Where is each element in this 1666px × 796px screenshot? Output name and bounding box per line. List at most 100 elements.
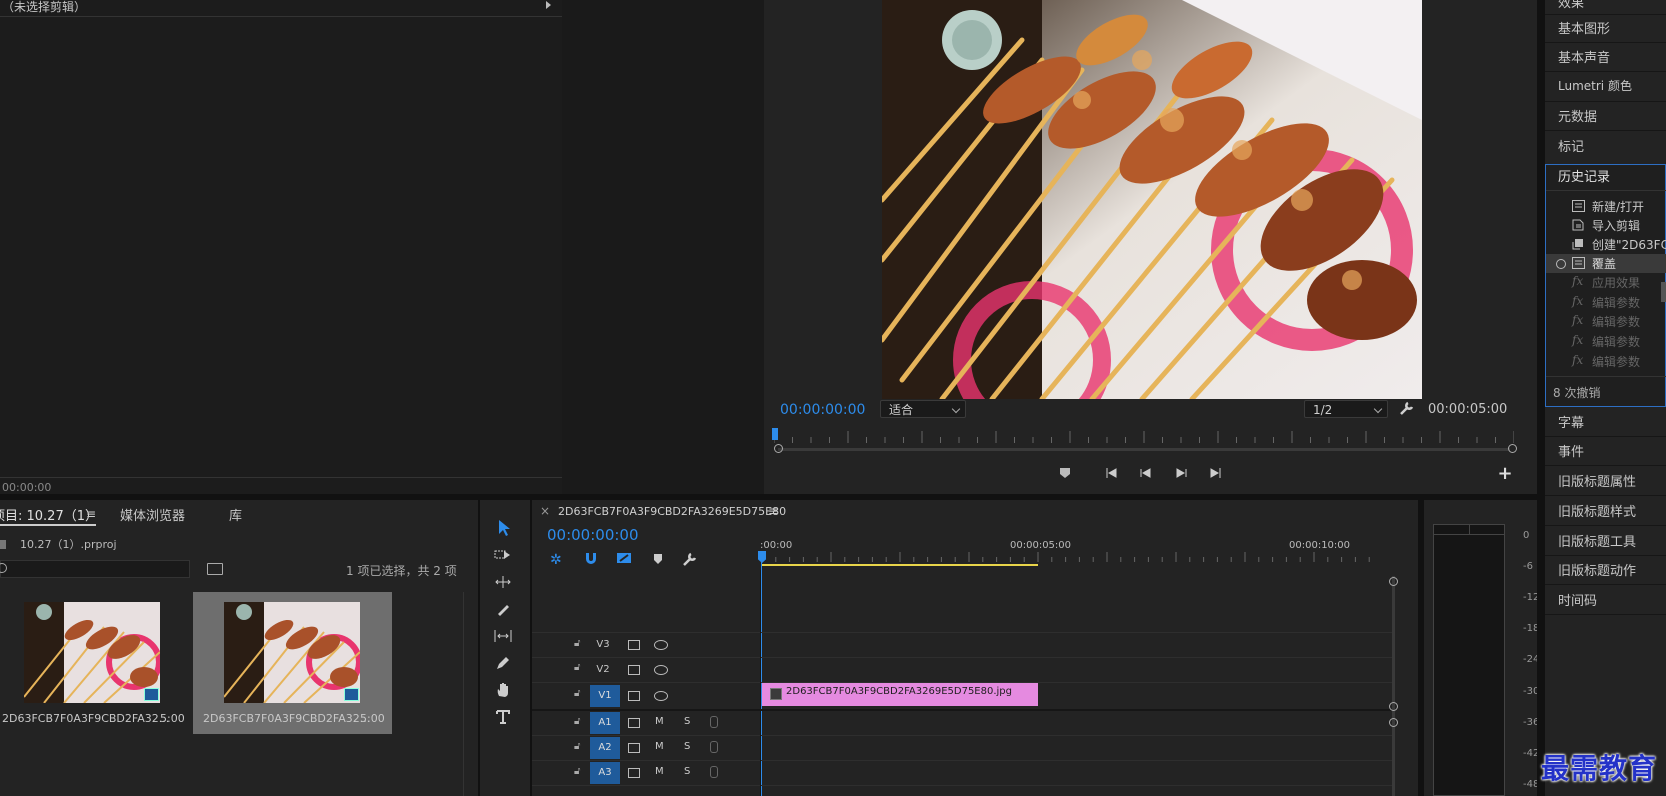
zoom-handle-left[interactable] bbox=[774, 444, 783, 453]
program-current-timecode[interactable]: 00:00:00:00 bbox=[780, 402, 865, 418]
history-row[interactable]: fx 应用效果 bbox=[1550, 273, 1666, 292]
step-forward-icon[interactable] bbox=[1170, 462, 1192, 484]
eye-icon[interactable] bbox=[654, 640, 668, 650]
panel-item-markers[interactable]: 标记 bbox=[1558, 136, 1584, 155]
history-row[interactable]: fx 编辑参数 bbox=[1550, 293, 1666, 312]
sync-lock-icon[interactable] bbox=[628, 691, 640, 701]
program-playhead-icon[interactable] bbox=[772, 428, 778, 440]
source-menu-arrow-icon[interactable] bbox=[546, 1, 551, 9]
panel-item-legacy-title-properties[interactable]: 旧版标题属性 bbox=[1558, 471, 1636, 490]
slip-tool-icon[interactable] bbox=[490, 625, 516, 647]
track-label-a1[interactable]: A1 bbox=[590, 712, 620, 734]
timeline-clip[interactable]: 2D63FCB7F0A3F9CBD2FA3269E5D75E80.jpg bbox=[762, 683, 1038, 706]
history-title[interactable]: 历史记录 bbox=[1558, 166, 1610, 185]
track-label-a3[interactable]: A3 bbox=[590, 762, 620, 784]
history-row[interactable]: 导入剪辑 bbox=[1550, 216, 1666, 235]
scroll-handle-top[interactable] bbox=[1389, 577, 1398, 586]
step-back-icon[interactable] bbox=[1135, 462, 1157, 484]
sync-lock-icon[interactable] bbox=[628, 718, 640, 728]
solo-button[interactable]: S bbox=[684, 716, 690, 727]
panel-item-metadata[interactable]: 元数据 bbox=[1558, 106, 1597, 125]
panel-item-effects[interactable]: 效果 bbox=[1558, 0, 1584, 11]
tab-project[interactable]: 项目: 10.27（1） bbox=[0, 505, 98, 524]
hand-tool-icon[interactable] bbox=[490, 679, 516, 701]
lock-icon[interactable]: 🔓︎ bbox=[574, 688, 580, 699]
go-to-in-icon[interactable] bbox=[1100, 462, 1122, 484]
track-label-a2[interactable]: A2 bbox=[590, 737, 620, 759]
lock-icon[interactable]: 🔓︎ bbox=[574, 638, 580, 649]
timeline-vertical-scrollbar[interactable] bbox=[1392, 576, 1395, 796]
lock-icon[interactable]: 🔓︎ bbox=[574, 662, 580, 673]
lock-icon[interactable]: 🔓︎ bbox=[574, 716, 580, 727]
history-row[interactable]: fx 编辑参数 bbox=[1550, 312, 1666, 331]
tab-media-browser[interactable]: 媒体浏览器 bbox=[120, 505, 185, 524]
panel-item-legacy-title-styles[interactable]: 旧版标题样式 bbox=[1558, 501, 1636, 520]
history-row[interactable]: fx 编辑参数 bbox=[1550, 332, 1666, 351]
project-search-input[interactable] bbox=[0, 560, 190, 578]
solo-button[interactable]: S bbox=[684, 766, 690, 777]
panel-item-captions[interactable]: 字幕 bbox=[1558, 412, 1584, 431]
sync-lock-icon[interactable] bbox=[628, 768, 640, 778]
add-marker-icon[interactable] bbox=[1054, 462, 1076, 484]
sync-lock-icon[interactable] bbox=[628, 743, 640, 753]
scroll-handle[interactable] bbox=[1389, 702, 1398, 711]
track-label-v2[interactable]: V2 bbox=[588, 659, 618, 681]
selection-tool-icon[interactable] bbox=[490, 517, 516, 539]
solo-button[interactable]: S bbox=[684, 741, 690, 752]
history-row[interactable]: 新建/打开 bbox=[1550, 197, 1666, 216]
eye-icon[interactable] bbox=[654, 691, 668, 701]
history-scrollbar[interactable] bbox=[1661, 282, 1666, 302]
program-zoom-bar[interactable] bbox=[778, 448, 1510, 451]
program-ruler[interactable] bbox=[774, 431, 1514, 443]
track-label-v1[interactable]: V1 bbox=[590, 685, 620, 707]
wrench-icon[interactable] bbox=[1399, 400, 1415, 416]
pen-tool-icon[interactable] bbox=[490, 652, 516, 674]
add-marker-icon[interactable] bbox=[652, 553, 664, 565]
sequence-tab[interactable]: 2D63FCB7F0A3F9CBD2FA3269E5D75E80 bbox=[558, 505, 786, 518]
timeline-ruler[interactable] bbox=[762, 552, 1382, 562]
scroll-handle[interactable] bbox=[1389, 718, 1398, 727]
fit-zoom-select[interactable]: 适合 bbox=[880, 400, 966, 418]
linked-selection-icon[interactable] bbox=[616, 551, 632, 565]
razor-tool-icon[interactable] bbox=[490, 598, 516, 620]
panel-item-legacy-title-actions[interactable]: 旧版标题动作 bbox=[1558, 560, 1636, 579]
mute-button[interactable]: M bbox=[655, 766, 664, 777]
hamburger-menu-icon[interactable]: ≡ bbox=[86, 507, 96, 521]
panel-item-timecode[interactable]: 时间码 bbox=[1558, 590, 1597, 609]
track-select-tool-icon[interactable] bbox=[490, 544, 516, 566]
ripple-edit-tool-icon[interactable] bbox=[490, 571, 516, 593]
work-area-bar[interactable] bbox=[762, 564, 1038, 566]
zoom-handle-right[interactable] bbox=[1508, 444, 1517, 453]
mute-button[interactable]: M bbox=[655, 716, 664, 727]
history-row[interactable]: fx 编辑参数 bbox=[1550, 352, 1666, 371]
close-sequence-tab-icon[interactable]: × bbox=[540, 504, 550, 518]
timeline-settings-wrench-icon[interactable] bbox=[682, 551, 698, 567]
type-tool-icon[interactable] bbox=[490, 706, 516, 728]
panel-item-legacy-title-tools[interactable]: 旧版标题工具 bbox=[1558, 531, 1636, 550]
microphone-icon[interactable] bbox=[710, 716, 718, 728]
panel-item-essential-graphics[interactable]: 基本图形 bbox=[1558, 18, 1610, 37]
tab-libraries[interactable]: 库 bbox=[229, 505, 242, 524]
project-item-thumbnail[interactable] bbox=[224, 602, 360, 703]
resolution-select[interactable]: 1/2 bbox=[1304, 400, 1388, 418]
lock-icon[interactable]: 🔓︎ bbox=[574, 766, 580, 777]
panel-item-events[interactable]: 事件 bbox=[1558, 441, 1584, 460]
history-row-selected[interactable]: 覆盖 bbox=[1550, 254, 1666, 273]
sync-lock-icon[interactable] bbox=[628, 640, 640, 650]
sync-lock-icon[interactable] bbox=[628, 665, 640, 675]
hamburger-menu-icon[interactable]: ≡ bbox=[768, 504, 778, 518]
snap-magnet-icon[interactable] bbox=[584, 551, 598, 565]
nest-toggle-icon[interactable]: ✲ bbox=[550, 552, 562, 568]
history-row[interactable]: 创建"2D63FCB bbox=[1550, 235, 1666, 254]
lock-icon[interactable]: 🔓︎ bbox=[574, 741, 580, 752]
panel-item-lumetri[interactable]: Lumetri 颜色 bbox=[1558, 77, 1632, 94]
new-bin-folder-icon[interactable] bbox=[207, 563, 223, 575]
add-button-icon[interactable]: + bbox=[1494, 462, 1516, 484]
track-label-v3[interactable]: V3 bbox=[588, 634, 618, 656]
timeline-timecode[interactable]: 00:00:00:00 bbox=[547, 526, 639, 544]
panel-item-essential-sound[interactable]: 基本声音 bbox=[1558, 47, 1610, 66]
microphone-icon[interactable] bbox=[710, 766, 718, 778]
go-to-out-icon[interactable] bbox=[1205, 462, 1227, 484]
project-item-thumbnail[interactable] bbox=[24, 602, 160, 703]
eye-icon[interactable] bbox=[654, 665, 668, 675]
